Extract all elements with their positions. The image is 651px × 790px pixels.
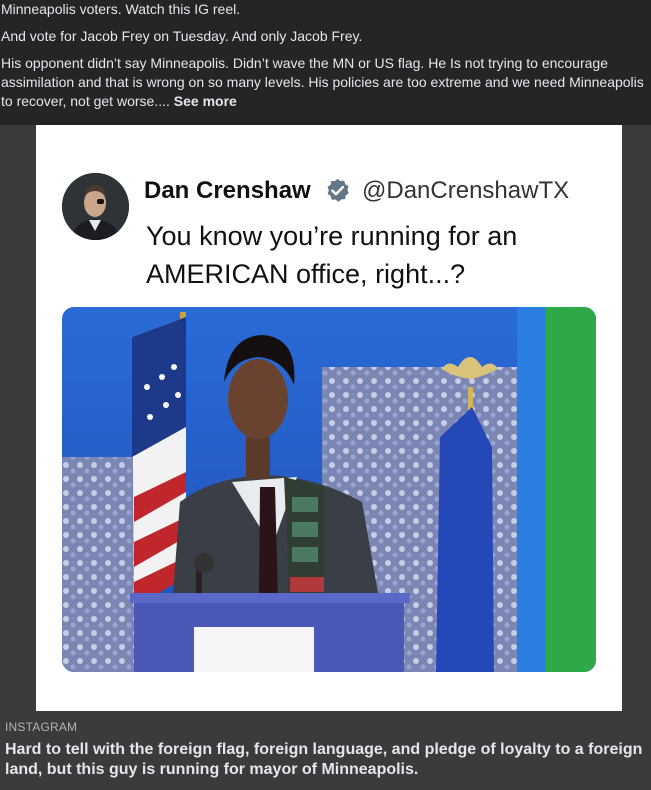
post-line-3: His opponent didn’t say Minneapolis. Did… — [1, 54, 649, 111]
verified-badge-icon — [327, 178, 349, 202]
tweet-text: You know you’re running for an AMERICAN … — [146, 221, 518, 289]
post-line-3-text: His opponent didn’t say Minneapolis. Did… — [1, 55, 644, 109]
link-headline[interactable]: Hard to tell with the foreign flag, fore… — [5, 740, 645, 780]
avatar — [62, 173, 129, 240]
link-source: INSTAGRAM — [5, 720, 78, 734]
post-line-2: And vote for Jacob Frey on Tuesday. And … — [1, 28, 363, 44]
tweet-photo — [62, 307, 596, 672]
speaker-photo — [62, 307, 596, 672]
tweet-screenshot: Dan Crenshaw @DanCrenshawTX You know you… — [36, 125, 622, 711]
avatar-image — [62, 173, 129, 240]
tweet-author-name: Dan Crenshaw — [144, 177, 311, 204]
post-line-1: Minneapolis voters. Watch this IG reel. — [1, 1, 241, 17]
see-more-link[interactable]: See more — [174, 93, 237, 109]
link-preview-footer[interactable]: INSTAGRAM Hard to tell with the foreign … — [0, 711, 651, 790]
tweet-author-handle: @DanCrenshawTX — [362, 177, 570, 204]
post-media[interactable]: Dan Crenshaw @DanCrenshawTX You know you… — [0, 125, 651, 711]
